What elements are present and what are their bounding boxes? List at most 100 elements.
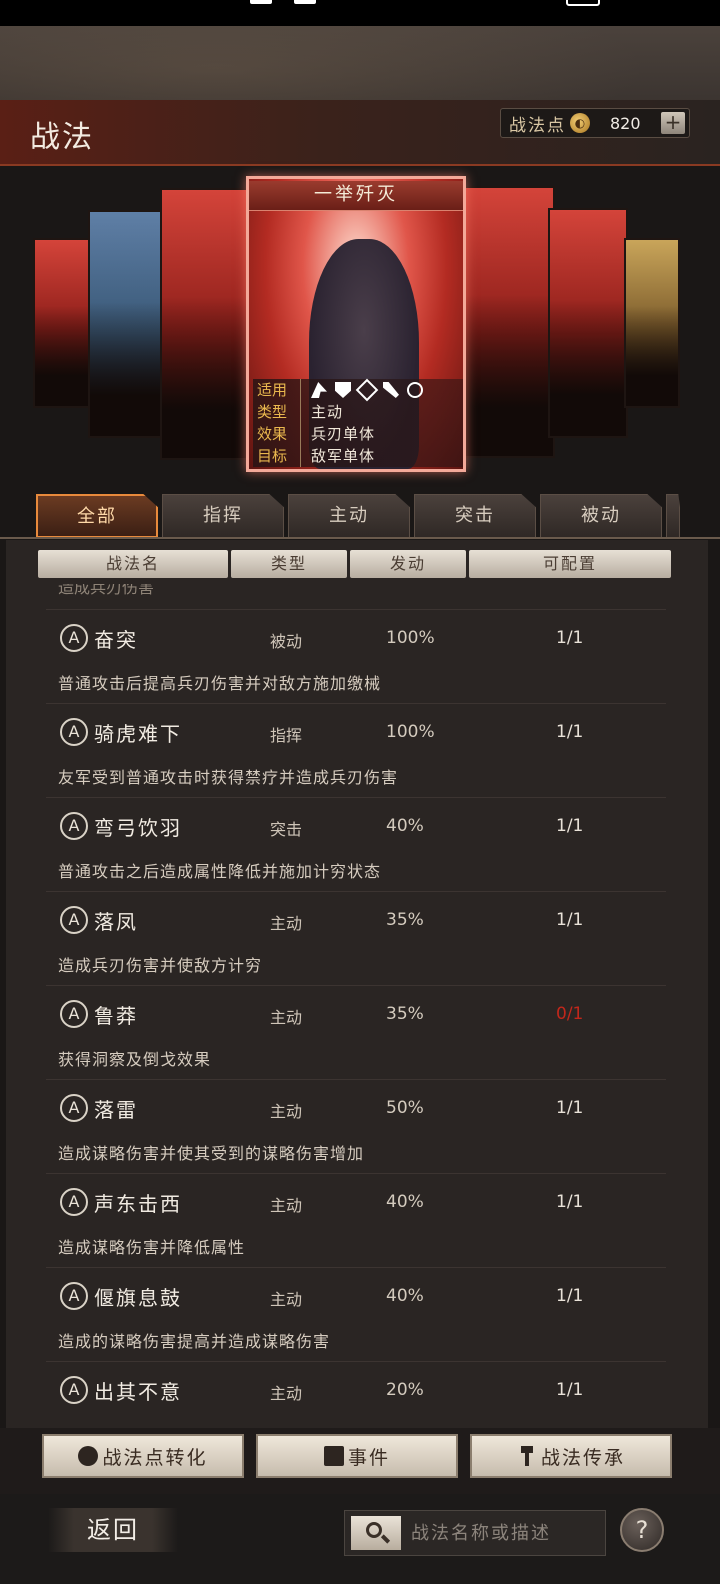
list-item[interactable]: A 弯弓饮羽 突击 40% 1/1 普通攻击之后造成属性降低并施加计穷状态 — [46, 798, 666, 892]
skill-available: 1/1 — [556, 722, 584, 742]
info-key: 效果 — [257, 423, 301, 445]
status-bar — [0, 0, 720, 26]
inherit-tactic-button[interactable]: 战法传承 — [470, 1434, 672, 1478]
tab-passive[interactable]: 被动 — [540, 494, 662, 538]
col-type[interactable]: 类型 — [231, 550, 347, 578]
tactic-points-panel: 战法点 ◐ 820 + — [500, 108, 690, 138]
skill-type: 突击 — [270, 820, 303, 839]
convert-points-label: 战法点转化 — [102, 1446, 208, 1469]
cavalry-icon — [311, 382, 327, 398]
list-item[interactable]: A 奋突 被动 100% 1/1 普通攻击后提高兵刃伤害并对敌方施加缴械 — [46, 610, 666, 704]
skill-desc: 造成谋略伤害并使其受到的谋略伤害增加 — [58, 1144, 365, 1163]
skill-name: 偃旗息鼓 — [94, 1286, 182, 1310]
skill-available: 1/1 — [556, 1286, 584, 1306]
skill-rate: 100% — [386, 722, 435, 742]
help-button[interactable]: ? — [620, 1508, 664, 1552]
list-item[interactable]: A 落雷 主动 50% 1/1 造成谋略伤害并使其受到的谋略伤害增加 — [46, 1080, 666, 1174]
tabs-divider — [0, 537, 720, 539]
column-header: 战法名 类型 发动 可配置 — [38, 550, 671, 578]
tactic-point-coin-icon: ◐ — [570, 113, 590, 133]
skill-name: 落凤 — [94, 910, 138, 934]
search-button[interactable] — [351, 1516, 401, 1550]
skill-rate: 35% — [386, 910, 424, 930]
drop-icon — [78, 1446, 99, 1466]
list-item[interactable]: A 声东击西 主动 40% 1/1 造成谋略伤害并降低属性 — [46, 1174, 666, 1268]
grade-badge: A — [60, 718, 88, 746]
info-row-effect: 效果 兵刃单体 — [257, 423, 463, 445]
skill-available: 1/1 — [556, 628, 584, 648]
list-item[interactable]: A 鲁莽 主动 35% 0/1 获得洞察及倒戈效果 — [46, 986, 666, 1080]
grade-badge: A — [60, 1188, 88, 1216]
tab-more-partial[interactable] — [666, 494, 680, 538]
info-value: 兵刃单体 — [311, 425, 376, 443]
skill-name: 弯弓饮羽 — [94, 816, 182, 840]
carousel-card[interactable] — [160, 188, 260, 460]
list-item[interactable]: A 落凤 主动 35% 1/1 造成兵刃伤害并使敌方计穷 — [46, 892, 666, 986]
skill-rate: 100% — [386, 628, 435, 648]
skill-desc: 造成谋略伤害并降低属性 — [58, 1238, 246, 1257]
featured-tactic-card[interactable]: 一举歼灭 适用 类型 主动 效果 兵刃单体 目标 敌军单体 — [246, 176, 466, 472]
skill-rate: 20% — [386, 1380, 424, 1400]
grade-badge: A — [60, 906, 88, 934]
skill-available: 1/1 — [556, 1380, 584, 1400]
list-item[interactable]: A 出其不意 主动 20% 1/1 — [46, 1362, 666, 1426]
skill-desc: 获得洞察及倒戈效果 — [58, 1050, 212, 1069]
info-value: 主动 — [311, 403, 344, 421]
col-available[interactable]: 可配置 — [469, 550, 671, 578]
grade-badge: A — [60, 1094, 88, 1122]
battery-icon — [566, 0, 600, 6]
event-icon — [323, 1446, 344, 1466]
skill-rate: 35% — [386, 1004, 424, 1024]
skill-name: 骑虎难下 — [94, 722, 182, 746]
grade-badge: A — [60, 1282, 88, 1310]
tactics-list[interactable]: 造成兵刃伤害 A 奋突 被动 100% 1/1 普通攻击后提高兵刃伤害并对敌方施… — [46, 584, 666, 1426]
bow-icon — [355, 378, 379, 402]
skill-name: 出其不意 — [94, 1380, 182, 1404]
skill-desc: 友军受到普通攻击时获得禁疗并造成兵刃伤害 — [58, 768, 399, 787]
skill-name: 落雷 — [94, 1098, 138, 1122]
tab-all[interactable]: 全部 — [36, 494, 158, 538]
inherit-tactic-label: 战法传承 — [540, 1446, 625, 1469]
carousel-card[interactable] — [455, 186, 555, 458]
event-button[interactable]: 事件 — [256, 1434, 458, 1478]
search-input[interactable] — [411, 1522, 601, 1544]
back-button[interactable]: 返回 — [48, 1508, 178, 1552]
skill-type: 指挥 — [270, 726, 303, 745]
skill-desc: 普通攻击后提高兵刃伤害并对敌方施加缴械 — [58, 674, 382, 693]
skill-rate: 40% — [386, 816, 424, 836]
skill-name: 奋突 — [94, 628, 138, 652]
skill-desc: 造成的谋略伤害提高并造成谋略伤害 — [58, 1332, 331, 1351]
skill-available: 1/1 — [556, 1098, 584, 1118]
notification-icon — [250, 0, 272, 4]
tab-command[interactable]: 指挥 — [162, 494, 284, 538]
tactic-points-value: 820 — [610, 113, 641, 133]
info-key: 适用 — [257, 379, 301, 401]
grade-badge: A — [60, 1000, 88, 1028]
list-item[interactable]: A 偃旗息鼓 主动 40% 1/1 造成的谋略伤害提高并造成谋略伤害 — [46, 1268, 666, 1362]
col-rate[interactable]: 发动 — [350, 550, 466, 578]
tab-active[interactable]: 主动 — [288, 494, 410, 538]
list-item-partial[interactable]: 造成兵刃伤害 — [46, 584, 666, 610]
list-item[interactable]: A 骑虎难下 指挥 100% 1/1 友军受到普通攻击时获得禁疗并造成兵刃伤害 — [46, 704, 666, 798]
featured-card-info: 适用 类型 主动 效果 兵刃单体 目标 敌军单体 — [253, 378, 463, 467]
spear-icon — [383, 382, 399, 398]
add-points-button[interactable]: + — [661, 112, 685, 134]
col-name[interactable]: 战法名 — [38, 550, 228, 578]
carousel-card[interactable] — [33, 238, 93, 408]
tactic-points-label: 战法点 — [509, 115, 566, 136]
convert-points-button[interactable]: 战法点转化 — [42, 1434, 244, 1478]
search-box — [344, 1510, 606, 1556]
siege-icon — [407, 382, 423, 398]
info-row-type: 类型 主动 — [257, 401, 463, 423]
event-label: 事件 — [347, 1446, 390, 1469]
skill-name: 声东击西 — [94, 1192, 182, 1216]
skill-available: 1/1 — [556, 910, 584, 930]
skill-desc: 普通攻击之后造成属性降低并施加计穷状态 — [58, 862, 382, 881]
carousel-card[interactable] — [548, 208, 628, 438]
hammer-icon — [520, 1446, 533, 1466]
grade-badge: A — [60, 1376, 88, 1404]
carousel-card[interactable] — [624, 238, 680, 408]
skill-type: 主动 — [270, 914, 303, 933]
tab-assault[interactable]: 突击 — [414, 494, 536, 538]
skill-name: 鲁莽 — [94, 1004, 138, 1028]
